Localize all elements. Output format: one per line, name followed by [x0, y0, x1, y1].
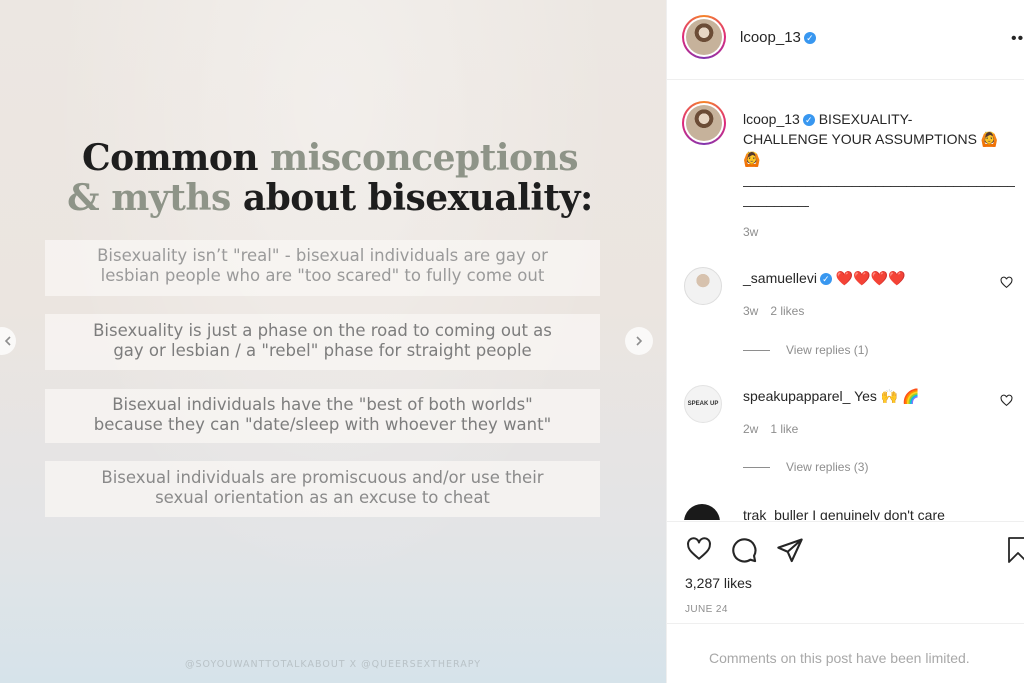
myth-text: lesbian people who are "too scared" to f… [100, 266, 545, 285]
myth-text: Bisexual individuals are promiscuous and… [101, 468, 544, 487]
comment-likes[interactable]: 1 like [770, 422, 798, 436]
comment-icon[interactable] [730, 536, 758, 564]
commenter-username[interactable]: trak_buller [743, 507, 808, 520]
myth-text: sexual orientation as an excuse to cheat [155, 488, 490, 507]
emoji-icon: 🙆 [743, 151, 761, 167]
chevron-left-icon [4, 336, 11, 346]
comment-body: Yes 🙌 🌈 [854, 388, 920, 404]
caption-line: CHALLENGE YOUR ASSUMPTIONS [743, 131, 977, 147]
commenter-avatar[interactable]: SPEAK UP [684, 385, 722, 423]
myth-box: Bisexual individuals are promiscuous and… [45, 461, 600, 517]
comment-likes[interactable]: 2 likes [770, 304, 804, 318]
like-comment-heart-icon[interactable] [1000, 394, 1013, 407]
chevron-right-icon [636, 336, 643, 346]
myth-box: Bisexuality is just a phase on the road … [45, 314, 600, 370]
comment-meta: 3w 2 likes [743, 304, 816, 318]
post-heading-line-1: Common misconceptions [40, 138, 620, 178]
comment-meta: 2w 1 like [743, 422, 810, 436]
post-date[interactable]: JUNE 24 [685, 604, 728, 615]
myth-text: Bisexual individuals have the "best of b… [112, 395, 533, 414]
emoji-icon: 🙆 [980, 131, 999, 147]
author-username[interactable]: lcoop_13 [740, 29, 801, 46]
replies-dash [743, 467, 770, 469]
view-replies-button[interactable]: View replies (1) [743, 343, 868, 357]
commenter-avatar[interactable] [684, 504, 720, 520]
caption-username[interactable]: lcoop_13 [743, 111, 800, 127]
replies-dash [743, 350, 770, 352]
comment-time[interactable]: 2w [743, 422, 758, 436]
caption-line: BISEXUALITY- [818, 111, 913, 127]
author-username-link[interactable]: lcoop_13 ✓ [740, 29, 816, 46]
view-replies-label[interactable]: View replies (1) [786, 343, 868, 357]
comment-text: _samuellevi ✓ ❤️❤️❤️❤️ [743, 269, 906, 287]
comment-text: speakupapparel_ Yes 🙌 🌈 [743, 387, 920, 405]
post-side-panel: lcoop_13✓ ••• lcoop_13✓ BISEXUALITY- CHA… [666, 0, 1024, 683]
verified-badge-icon: ✓ [802, 114, 815, 127]
like-comment-heart-icon[interactable] [1000, 276, 1013, 289]
myth-text: gay or lesbian / a "rebel" phase for str… [113, 341, 532, 360]
view-replies-button[interactable]: View replies (3) [743, 460, 868, 474]
comment-text: trak_buller I genuinely don't care [743, 506, 945, 520]
myth-text: Bisexuality is just a phase on the road … [93, 321, 552, 340]
myth-text: Bisexuality isn’t "real" - bisexual indi… [97, 246, 548, 265]
comment-body: ❤️❤️❤️❤️ [835, 270, 906, 286]
caption-text: lcoop_13 ✓ BISEXUALITY- CHALLENGE YOUR AS… [743, 109, 1015, 209]
share-icon[interactable] [776, 536, 804, 564]
caption-author-avatar[interactable] [682, 101, 726, 145]
myth-box: Bisexual individuals have the "best of b… [45, 389, 600, 443]
view-replies-label[interactable]: View replies (3) [786, 460, 868, 474]
avatar-logo-text: SPEAK UP [687, 400, 719, 407]
myth-box: Bisexuality isn’t "real" - bisexual indi… [45, 240, 600, 296]
comments-limited-notice: Comments on this post have been limited. [709, 650, 970, 666]
author-avatar[interactable] [682, 15, 726, 59]
heading-muted-text: & myths [67, 177, 243, 219]
caption-divider: ________________________________________… [743, 171, 1015, 187]
post-header: lcoop_13✓ ••• [667, 0, 1024, 80]
post-actions: 3,287 likes JUNE 24 [667, 521, 1024, 623]
comment-body: I genuinely don't care [812, 507, 945, 520]
commenter-username[interactable]: speakupapparel_ [743, 388, 850, 404]
bookmark-icon[interactable] [1006, 536, 1024, 564]
image-credit: @SOYOUWANTTOTALKABOUT X @QUEERSEXTHERAPY [184, 659, 482, 670]
verified-badge-icon: ✓ [803, 32, 816, 45]
more-options-icon[interactable]: ••• [1011, 30, 1024, 48]
heading-dark-text: Common [82, 137, 271, 179]
caption-timestamp[interactable]: 3w [743, 225, 758, 239]
heart-icon[interactable] [685, 536, 713, 562]
heading-dark-text: about bisexuality: [242, 177, 594, 219]
myth-text: because they can "date/sleep with whoeve… [93, 415, 552, 434]
comments-section: lcoop_13 ✓ BISEXUALITY- CHALLENGE YOUR AS… [667, 80, 1024, 520]
comment-time[interactable]: 3w [743, 304, 758, 318]
verified-badge-icon: ✓ [819, 273, 832, 286]
next-slide-button[interactable] [625, 327, 653, 355]
caption-divider: ________________________________________… [743, 191, 809, 207]
like-count[interactable]: 3,287 likes [685, 575, 752, 591]
commenter-avatar[interactable] [684, 267, 722, 305]
heading-muted-text: misconceptions [270, 137, 578, 179]
post-heading-line-2: & myths about bisexuality: [40, 178, 620, 218]
comments-footer: Comments on this post have been limited. [667, 623, 1024, 684]
commenter-username[interactable]: _samuellevi [743, 270, 817, 286]
post-image: Common misconceptions & myths about bise… [0, 0, 666, 683]
